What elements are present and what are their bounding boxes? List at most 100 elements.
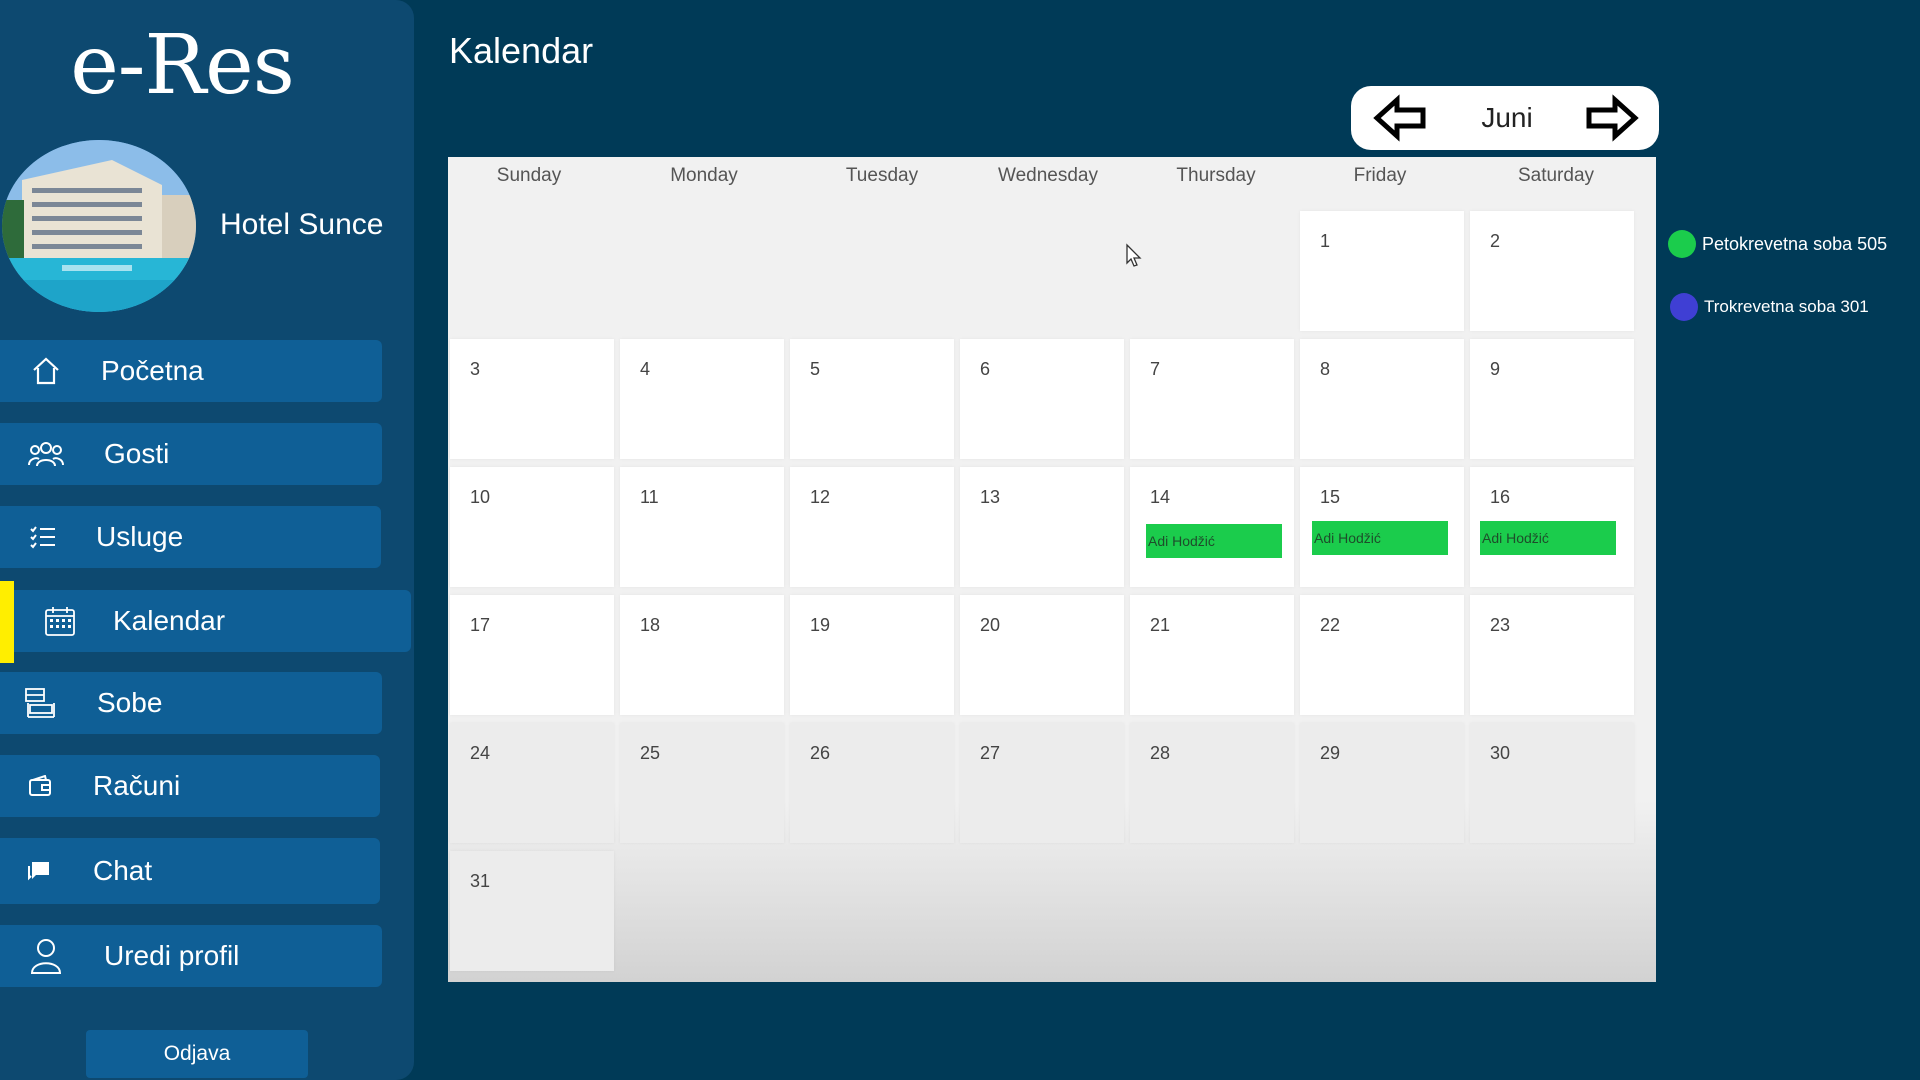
reservation-bar[interactable]: Adi Hodžić — [1312, 521, 1448, 555]
day-number: 12 — [810, 487, 831, 507]
current-month: Juni — [1481, 102, 1533, 133]
reservation-bar[interactable]: Adi Hodžić — [1146, 524, 1282, 558]
sidebar-item-sobe[interactable]: Sobe — [0, 672, 382, 734]
sidebar-item-usluge[interactable]: Usluge — [0, 506, 381, 568]
day-number: 3 — [470, 359, 481, 379]
day-number: 31 — [470, 871, 491, 891]
calendar-day-cell[interactable]: 17 — [450, 595, 614, 715]
home-icon — [30, 355, 62, 387]
users-icon — [28, 439, 64, 469]
day-number: 14 — [1150, 487, 1171, 507]
calendar-day-cell[interactable]: 7 — [1130, 339, 1294, 459]
calendar-day-cell[interactable]: 10 — [450, 467, 614, 587]
calendar-day-cell[interactable]: 4 — [620, 339, 784, 459]
day-number: 13 — [980, 487, 1001, 507]
calendar-day-cell[interactable]: 26 — [790, 723, 954, 843]
sidebar-item-chat[interactable]: Chat — [0, 838, 380, 904]
calendar-day-cell[interactable]: 20 — [960, 595, 1124, 715]
calendar-day-cell[interactable]: 15 Adi Hodžić — [1300, 467, 1464, 587]
weekday-header: Wednesday — [998, 165, 1098, 186]
legend-label: Trokrevetna soba 301 — [1704, 297, 1869, 316]
day-number: 7 — [1150, 359, 1161, 379]
active-item-indicator — [0, 581, 14, 663]
calendar-day-cell[interactable]: 25 — [620, 723, 784, 843]
calendar-day-cell[interactable]: 13 — [960, 467, 1124, 587]
sidebar-item-label: Računi — [93, 770, 181, 801]
legend-color-dot — [1668, 230, 1696, 258]
mouse-cursor-icon — [1125, 243, 1143, 269]
calendar-icon — [44, 605, 76, 637]
sidebar: e-Res Hotel Sunce Početna Gosti Usluge K… — [0, 0, 414, 1080]
next-month-arrow-icon[interactable] — [1585, 94, 1639, 142]
sidebar-item-label: Gosti — [104, 438, 170, 469]
prev-month-arrow-icon[interactable] — [1373, 94, 1427, 142]
day-number: 9 — [1490, 359, 1501, 379]
day-number: 8 — [1320, 359, 1331, 379]
calendar-day-cell[interactable]: 19 — [790, 595, 954, 715]
sidebar-item-uredi-profil[interactable]: Uredi profil — [0, 925, 382, 987]
day-number: 30 — [1490, 743, 1511, 763]
calendar-day-cell[interactable]: 18 — [620, 595, 784, 715]
day-number: 19 — [810, 615, 831, 635]
hotel-name: Hotel Sunce — [220, 208, 384, 241]
sidebar-item-label: Usluge — [96, 521, 184, 552]
wallet-icon — [28, 775, 52, 797]
sidebar-item-pocetna[interactable]: Početna — [0, 340, 382, 402]
day-number: 18 — [640, 615, 661, 635]
calendar-day-cell[interactable]: 12 — [790, 467, 954, 587]
month-navigator: Juni — [1351, 86, 1659, 150]
calendar-day-cell[interactable]: 28 — [1130, 723, 1294, 843]
sidebar-item-racuni[interactable]: Računi — [0, 755, 380, 817]
hotel-avatar — [2, 140, 196, 312]
legend-item: Petokrevetna soba 505 — [1668, 230, 1887, 258]
calendar-day-cell[interactable]: 1 — [1300, 211, 1464, 331]
calendar-day-cell[interactable]: 6 — [960, 339, 1124, 459]
day-number: 23 — [1490, 615, 1511, 635]
calendar-day-cell[interactable]: 29 — [1300, 723, 1464, 843]
day-number: 10 — [470, 487, 491, 507]
sidebar-item-label: Chat — [93, 855, 153, 886]
calendar-day-cell[interactable]: 2 — [1470, 211, 1634, 331]
calendar-day-cell[interactable]: 23 — [1470, 595, 1634, 715]
day-number: 26 — [810, 743, 831, 763]
weekday-header: Monday — [670, 165, 738, 186]
day-number: 4 — [640, 359, 651, 379]
calendar-day-cell[interactable]: 14 Adi Hodžić — [1130, 467, 1294, 587]
day-number: 25 — [640, 743, 661, 763]
calendar-day-cell[interactable]: 30 — [1470, 723, 1634, 843]
calendar-day-cell[interactable]: 22 — [1300, 595, 1464, 715]
weekday-header: Saturday — [1517, 165, 1595, 186]
checklist-icon — [30, 525, 56, 549]
day-number: 28 — [1150, 743, 1171, 763]
calendar-day-cell[interactable]: 24 — [450, 723, 614, 843]
calendar-day-cell[interactable]: 5 — [790, 339, 954, 459]
calendar-day-cell[interactable]: 16 Adi Hodžić — [1470, 467, 1634, 587]
reservation-bar[interactable]: Adi Hodžić — [1480, 521, 1616, 555]
day-number: 27 — [980, 743, 1001, 763]
user-icon — [30, 938, 62, 974]
calendar-day-cell[interactable]: 31 — [450, 851, 614, 971]
calendar-day-cell[interactable]: 11 — [620, 467, 784, 587]
calendar-day-cell[interactable]: 3 — [450, 339, 614, 459]
sidebar-item-label: Uredi profil — [104, 940, 240, 971]
calendar-day-cell[interactable]: 8 — [1300, 339, 1464, 459]
logout-button[interactable]: Odjava — [86, 1030, 308, 1078]
weekday-header: Thursday — [1176, 165, 1256, 186]
calendar-day-cell[interactable]: 21 — [1130, 595, 1294, 715]
app-logo: e-Res — [70, 18, 295, 113]
legend-color-dot — [1670, 293, 1698, 321]
sidebar-item-kalendar[interactable]: Kalendar — [14, 590, 411, 652]
calendar-day-cell[interactable]: 27 — [960, 723, 1124, 843]
legend-item: Trokrevetna soba 301 — [1670, 293, 1869, 321]
day-number: 16 — [1490, 487, 1511, 507]
weekday-header: Sunday — [496, 165, 562, 186]
room-icon — [24, 687, 58, 719]
calendar-day-cell[interactable]: 9 — [1470, 339, 1634, 459]
sidebar-item-label: Početna — [101, 355, 204, 386]
page-title: Kalendar — [449, 30, 594, 71]
sidebar-item-label: Kalendar — [113, 605, 226, 636]
day-number: 11 — [640, 487, 659, 507]
day-number: 24 — [470, 743, 491, 763]
sidebar-item-gosti[interactable]: Gosti — [0, 423, 382, 485]
day-number: 22 — [1320, 615, 1341, 635]
